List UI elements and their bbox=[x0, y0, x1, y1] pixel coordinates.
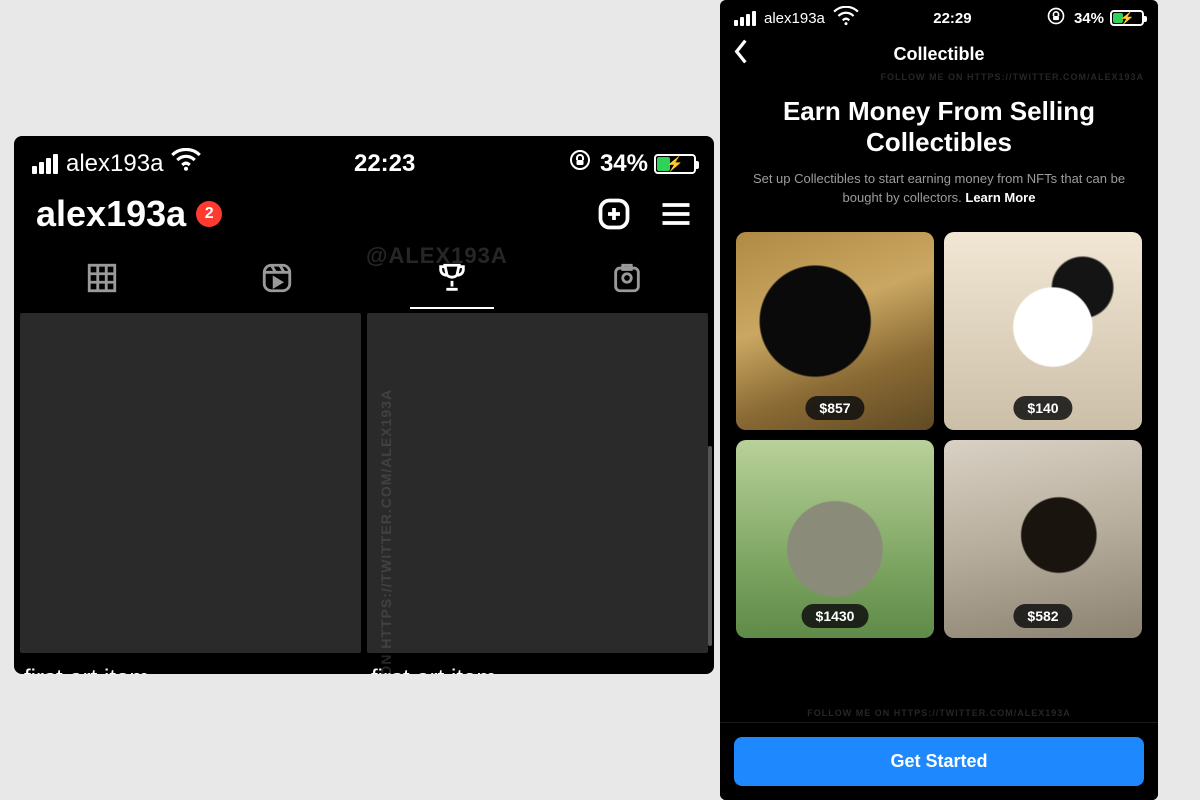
learn-more-link[interactable]: Learn More bbox=[965, 190, 1035, 205]
collectible-card[interactable]: $140 bbox=[944, 232, 1142, 430]
tab-tagged[interactable] bbox=[539, 255, 714, 309]
collectible-demo-grid: $857 $140 $1430 $582 bbox=[720, 216, 1158, 654]
tab-reels[interactable] bbox=[189, 255, 364, 309]
wifi-icon bbox=[171, 148, 201, 179]
collectible-thumbnail bbox=[367, 313, 708, 653]
collectible-card[interactable]: $582 bbox=[944, 440, 1142, 638]
scrollbar[interactable] bbox=[708, 446, 712, 646]
profile-header: alex193a 2 bbox=[14, 183, 714, 247]
status-bar: alex193a 22:23 34% ⚡ bbox=[14, 136, 714, 183]
battery-percent: 34% bbox=[600, 150, 648, 178]
carrier-label: alex193a bbox=[764, 10, 825, 27]
price-pill: $582 bbox=[1013, 604, 1072, 628]
status-bar: alex193a 22:29 34% ⚡ bbox=[720, 0, 1158, 32]
profile-username[interactable]: alex193a bbox=[36, 193, 186, 235]
get-started-button[interactable]: Get Started bbox=[734, 737, 1144, 786]
signal-icon bbox=[734, 11, 756, 26]
page-title: Collectible bbox=[893, 44, 984, 65]
collectible-caption: first art item bbox=[367, 653, 708, 674]
hero-title: Earn Money From Selling Collectibles bbox=[744, 96, 1134, 158]
collectible-item[interactable]: first art item bbox=[367, 313, 708, 674]
collectible-item[interactable]: first art item bbox=[20, 313, 361, 674]
profile-tabs: @ALEX193A bbox=[14, 247, 714, 309]
price-pill: $1430 bbox=[802, 604, 869, 628]
notification-badge[interactable]: 2 bbox=[196, 201, 222, 227]
phone-right-collectible: alex193a 22:29 34% ⚡ Collectible FOLLOW bbox=[720, 0, 1158, 800]
hero-section: Earn Money From Selling Collectibles Set… bbox=[720, 76, 1158, 216]
price-pill: $140 bbox=[1013, 396, 1072, 420]
carrier-label: alex193a bbox=[66, 150, 163, 178]
orientation-lock-icon bbox=[1046, 6, 1066, 30]
tab-grid[interactable] bbox=[14, 255, 189, 309]
back-button[interactable] bbox=[732, 39, 750, 70]
tab-collectibles[interactable] bbox=[364, 255, 539, 309]
cta-bar: Get Started bbox=[720, 722, 1158, 800]
wifi-icon bbox=[833, 6, 859, 30]
phone-left-profile: alex193a 22:23 34% ⚡ alex193a 2 bbox=[14, 136, 714, 674]
battery-icon: ⚡ bbox=[654, 154, 696, 174]
hamburger-menu-icon[interactable] bbox=[658, 196, 694, 232]
create-button[interactable] bbox=[596, 196, 632, 232]
battery-icon: ⚡ bbox=[1110, 10, 1144, 26]
collectible-thumbnail bbox=[20, 313, 361, 653]
orientation-lock-icon bbox=[568, 148, 592, 179]
clock: 22:23 bbox=[354, 150, 415, 178]
hero-subtitle: Set up Collectibles to start earning mon… bbox=[744, 170, 1134, 208]
watermark-url: FOLLOW ME ON HTTPS://TWITTER.COM/ALEX193… bbox=[807, 708, 1071, 718]
clock: 22:29 bbox=[933, 10, 971, 27]
collectible-card[interactable]: $857 bbox=[736, 232, 934, 430]
collectible-caption: first art item bbox=[20, 653, 361, 674]
battery-percent: 34% bbox=[1074, 10, 1104, 27]
price-pill: $857 bbox=[805, 396, 864, 420]
signal-icon bbox=[32, 154, 58, 174]
nav-bar: Collectible bbox=[720, 32, 1158, 76]
collectible-card[interactable]: $1430 bbox=[736, 440, 934, 638]
collectibles-grid: first art item first art item bbox=[14, 309, 714, 674]
